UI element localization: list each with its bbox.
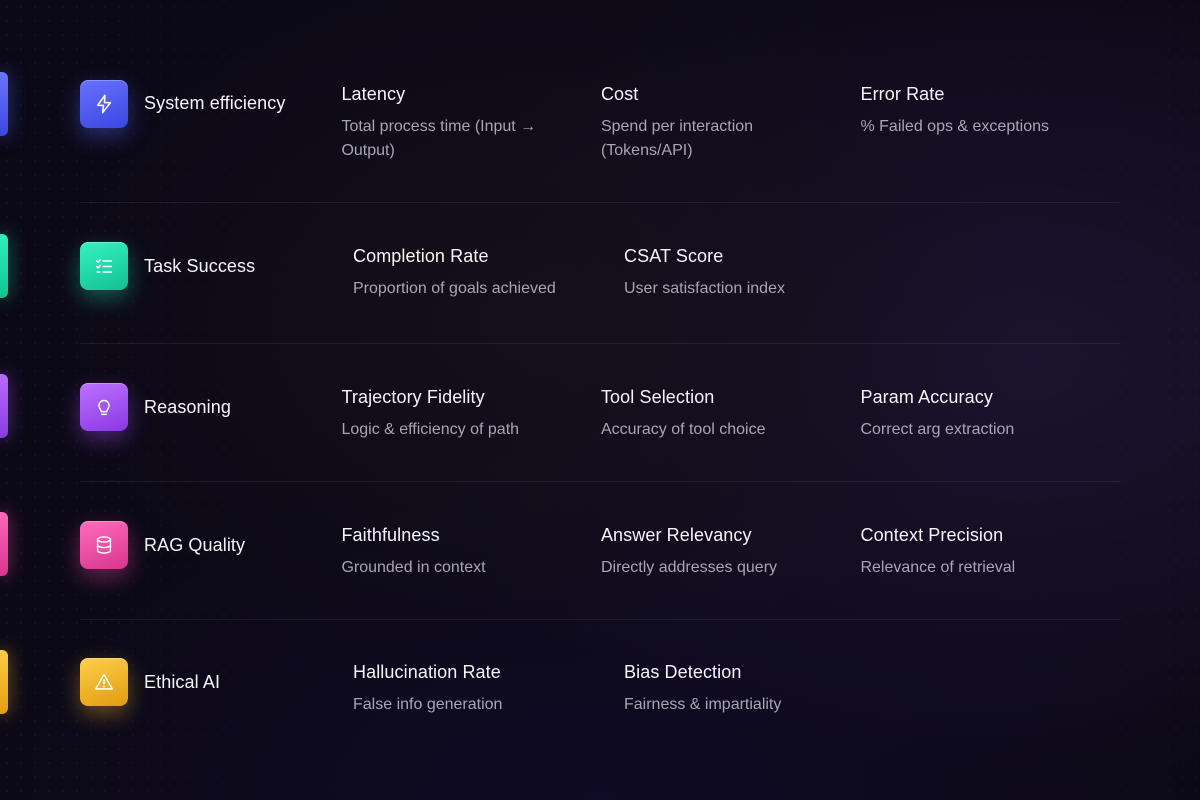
metric-context-precision: Context Precision Relevance of retrieval [860,521,1120,580]
metric-completion-rate: Completion Rate Proportion of goals achi… [353,242,624,301]
metric-title: Latency [341,84,406,104]
metric-title: Hallucination Rate [353,662,501,682]
metric-title: Trajectory Fidelity [341,387,485,407]
metric-description: Correct arg extraction [860,421,1015,438]
metric-description: Directly addresses query [600,559,778,576]
metric-title: Cost [600,84,639,104]
metric-description: Grounded in context [341,559,486,576]
metric-csat-score: CSAT Score User satisfaction index [624,242,895,301]
metric-title: Answer Relevancy [600,525,752,545]
metric-answer-relevancy: Answer Relevancy Directly addresses quer… [601,521,861,580]
metric-bias-detection: Bias Detection Fairness & impartiality [624,658,895,717]
edge-bar-task-success [0,234,8,298]
metric-description: Total process time (Input → Output) [341,118,537,159]
metric-title: Context Precision [860,525,1004,545]
metric-row-ethical-ai: Ethical AI Hallucination Rate False info… [80,658,1120,717]
metric-faithfulness: Faithfulness Grounded in context [341,521,601,580]
edge-bar-system-efficiency [0,72,8,136]
metric-description: Spend per interaction (Tokens/API) [600,118,754,159]
edge-bar-ethical-ai [0,650,8,714]
category-label: System efficiency [144,93,286,113]
metric-param-accuracy: Param Accuracy Correct arg extraction [860,383,1120,442]
metric-description: Fairness & impartiality [624,696,782,713]
row-divider [80,481,1120,482]
metric-cost: Cost Spend per interaction (Tokens/API) [601,80,861,163]
database-icon [80,521,128,569]
row-divider [80,202,1120,203]
warning-icon [80,658,128,706]
metric-title: Error Rate [860,84,945,104]
metric-tool-selection: Tool Selection Accuracy of tool choice [601,383,861,442]
metric-trajectory-fidelity: Trajectory Fidelity Logic & efficiency o… [341,383,601,442]
metric-description: Logic & efficiency of path [341,421,520,438]
metric-row-reasoning: Reasoning Trajectory Fidelity Logic & ef… [80,383,1120,442]
category-rag-quality: RAG Quality [80,521,341,569]
metric-title: Param Accuracy [860,387,993,407]
edge-bar-reasoning [0,374,8,438]
row-divider [80,343,1120,344]
metric-latency: Latency Total process time (Input → Outp… [341,80,601,163]
metric-description: % Failed ops & exceptions [860,118,1050,135]
metric-title: CSAT Score [624,246,724,266]
row-divider [80,619,1120,620]
metric-description: Accuracy of tool choice [600,421,766,438]
category-label: Task Success [144,255,256,276]
lightbulb-icon [80,383,128,431]
metric-title: Completion Rate [353,246,489,266]
metric-description: False info generation [353,696,503,713]
metric-row-system-efficiency: System efficiency Latency Total process … [80,80,1120,163]
metric-row-rag-quality: RAG Quality Faithfulness Grounded in con… [80,521,1120,580]
metric-title: Bias Detection [624,662,742,682]
metric-description: Relevance of retrieval [860,559,1016,576]
metric-description: User satisfaction index [624,280,785,297]
category-label: RAG Quality [144,534,246,555]
category-task-success: Task Success [80,242,353,290]
edge-bar-rag-quality [0,512,8,576]
metric-title: Faithfulness [341,525,440,545]
metric-title: Tool Selection [600,387,715,407]
category-label: Ethical AI [144,671,221,692]
category-system-efficiency: System efficiency [80,80,341,128]
metric-row-task-success: Task Success Completion Rate Proportion … [80,242,1120,301]
metric-hallucination-rate: Hallucination Rate False info generation [353,658,624,717]
metric-description: Proportion of goals achieved [353,280,556,297]
lightning-icon [80,80,128,128]
metric-error-rate: Error Rate % Failed ops & exceptions [860,80,1120,139]
category-label: Reasoning [144,396,231,417]
category-ethical-ai: Ethical AI [80,658,353,706]
checklist-icon [80,242,128,290]
category-reasoning: Reasoning [80,383,341,431]
